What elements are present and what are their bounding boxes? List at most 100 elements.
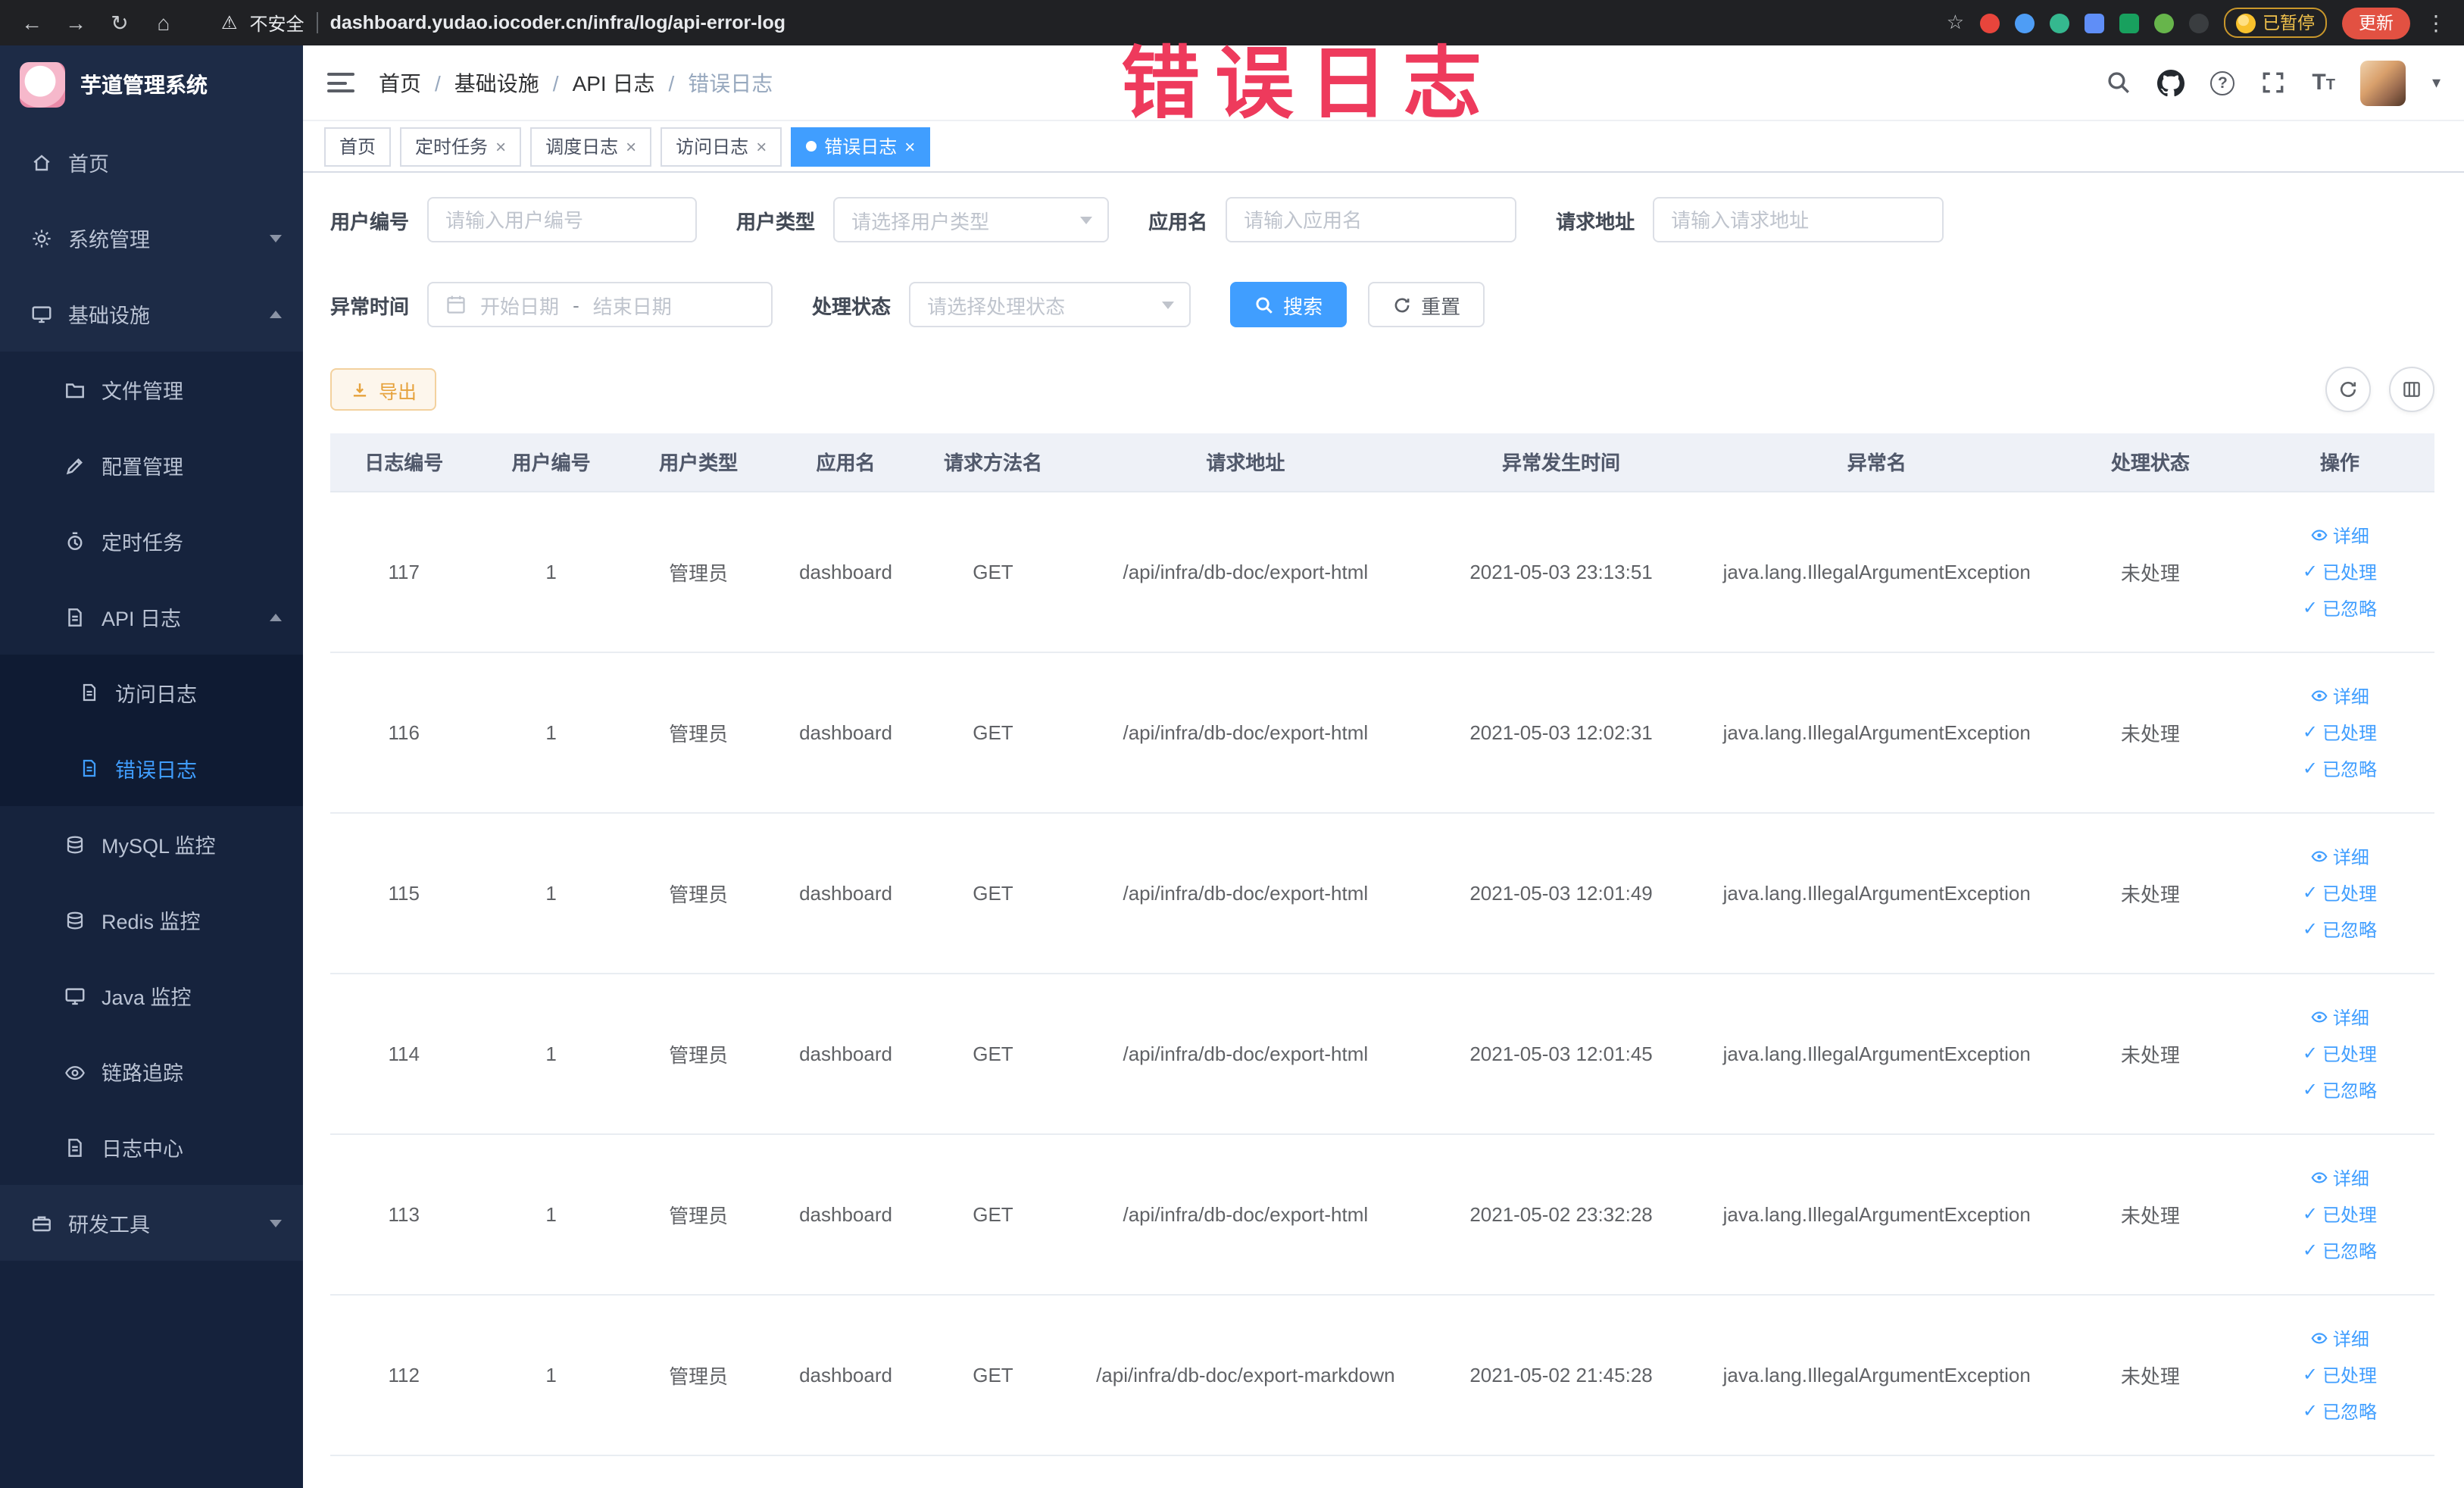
app-name-label: 应用名 [1148, 210, 1208, 233]
breadcrumb-item[interactable]: 基础设施 [454, 67, 539, 98]
cell-user-id: 1 [477, 1133, 625, 1295]
breadcrumb-item[interactable]: API 日志 [573, 67, 655, 98]
sidebar-item-infrastructure[interactable]: 基础设施 [0, 276, 303, 352]
sidebar-item-mysql-monitor[interactable]: MySQL 监控 [0, 806, 303, 882]
tab-label: 错误日志 [824, 136, 898, 158]
end-date-placeholder: 结束日期 [592, 295, 672, 317]
process-status-select[interactable]: 请选择处理状态 [909, 282, 1191, 327]
home-icon[interactable]: ⌂ [150, 11, 177, 35]
sidebar-item-redis-monitor[interactable]: Redis 监控 [0, 882, 303, 958]
address-bar[interactable]: ⚠ 不安全 dashboard.yudao.iocoder.cn/infra/l… [221, 10, 785, 36]
sidebar-item-file-management[interactable]: 文件管理 [0, 352, 303, 427]
document-icon [79, 682, 100, 703]
action-processed[interactable]: ✓ 已处理 [2303, 719, 2377, 745]
extension-icon[interactable] [2153, 13, 2173, 33]
action-processed[interactable]: ✓ 已处理 [2303, 558, 2377, 584]
cell-method: GET [919, 491, 1067, 652]
user-type-select[interactable]: 请选择用户类型 [833, 197, 1110, 242]
caret-down-icon[interactable]: ▾ [2432, 73, 2441, 92]
avatar[interactable] [2360, 60, 2406, 105]
action-ignored[interactable]: ✓ 已忽略 [2303, 1237, 2377, 1263]
tab-home[interactable]: 首页 [324, 127, 392, 166]
action-ignored[interactable]: ✓ 已忽略 [2303, 1077, 2377, 1102]
extension-icon[interactable] [2084, 13, 2103, 33]
sidebar-item-java-monitor[interactable]: Java 监控 [0, 958, 303, 1033]
cell-log-id: 115 [330, 812, 478, 974]
fullscreen-icon[interactable] [2260, 70, 2286, 95]
tab-error-log[interactable]: 错误日志 × [791, 127, 931, 166]
tab-scheduled-tasks[interactable]: 定时任务 × [400, 127, 522, 166]
sidebar-item-dev-tools[interactable]: 研发工具 [0, 1185, 303, 1261]
close-icon[interactable]: × [904, 137, 915, 155]
github-icon[interactable] [2157, 69, 2185, 96]
update-button[interactable]: 更新 [2342, 7, 2410, 39]
date-range-picker[interactable]: 开始日期 - 结束日期 [427, 282, 773, 327]
forward-icon[interactable]: → [62, 11, 89, 35]
search-button[interactable]: 搜索 [1230, 282, 1348, 327]
header-user-type: 用户类型 [624, 433, 773, 492]
paused-badge[interactable]: 已暂停 [2223, 8, 2327, 38]
extension-icon[interactable] [2014, 13, 2034, 33]
column-settings-button[interactable] [2389, 367, 2434, 412]
font-size-icon[interactable]: TT [2312, 71, 2335, 94]
action-detail[interactable]: 详细 [2310, 1164, 2369, 1190]
reload-icon[interactable]: ↻ [106, 10, 133, 36]
request-url-input[interactable] [1653, 197, 1944, 242]
sidebar-item-config-management[interactable]: 配置管理 [0, 427, 303, 503]
action-processed[interactable]: ✓ 已处理 [2303, 1040, 2377, 1066]
reset-button[interactable]: 重置 [1368, 282, 1485, 327]
topbar: 首页 / 基础设施 / API 日志 / 错误日志 ? TT ▾ [303, 45, 2464, 121]
app-logo-row: 芋道管理系统 [0, 45, 303, 124]
action-processed[interactable]: ✓ 已处理 [2303, 1361, 2377, 1387]
extension-icon[interactable] [2188, 13, 2208, 33]
export-button[interactable]: 导出 [330, 368, 437, 411]
extension-icon[interactable] [1979, 13, 1999, 33]
action-detail[interactable]: 详细 [2310, 683, 2369, 708]
help-icon[interactable]: ? [2210, 70, 2235, 95]
bookmark-star-icon[interactable]: ☆ [1947, 11, 1964, 35]
close-icon[interactable]: × [626, 137, 636, 155]
check-icon: ✓ [2302, 561, 2318, 582]
tags-bar: 首页 定时任务 × 调度日志 × 访问日志 × 错误日志 × [303, 121, 2464, 173]
sidebar-item-home[interactable]: 首页 [0, 124, 303, 200]
address-divider [316, 12, 318, 33]
action-detail[interactable]: 详细 [2310, 1325, 2369, 1351]
user-id-input[interactable] [427, 197, 698, 242]
check-icon: ✓ [2302, 1203, 2318, 1224]
collapse-sidebar-button[interactable] [327, 73, 354, 92]
sidebar-item-access-log[interactable]: 访问日志 [0, 655, 303, 730]
sidebar-item-label: 研发工具 [68, 1214, 150, 1236]
sidebar-item-system-management[interactable]: 系统管理 [0, 200, 303, 276]
action-detail[interactable]: 详细 [2310, 1004, 2369, 1030]
cell-exception-name: java.lang.IllegalArgumentException [1697, 973, 2056, 1134]
user-type-label: 用户类型 [736, 210, 816, 233]
sidebar-item-trace[interactable]: 链路追踪 [0, 1033, 303, 1109]
action-ignored[interactable]: ✓ 已忽略 [2303, 595, 2377, 621]
tab-access-log[interactable]: 访问日志 × [661, 127, 782, 166]
back-icon[interactable]: ← [18, 11, 45, 35]
breadcrumb-item[interactable]: 首页 [379, 67, 421, 98]
action-ignored[interactable]: ✓ 已忽略 [2303, 1398, 2377, 1424]
extension-icon[interactable] [2049, 13, 2069, 33]
close-icon[interactable]: × [495, 137, 506, 155]
sidebar-item-label: 访问日志 [115, 683, 197, 706]
action-ignored[interactable]: ✓ 已忽略 [2303, 916, 2377, 942]
action-processed[interactable]: ✓ 已处理 [2303, 880, 2377, 905]
close-icon[interactable]: × [756, 137, 767, 155]
extension-icon[interactable] [2119, 13, 2138, 33]
folder-icon [64, 378, 86, 401]
browser-menu-icon[interactable]: ⋮ [2425, 10, 2447, 36]
sidebar-item-error-log[interactable]: 错误日志 [0, 730, 303, 806]
search-icon[interactable] [2106, 70, 2131, 95]
sidebar-item-log-center[interactable]: 日志中心 [0, 1109, 303, 1185]
action-detail[interactable]: 详细 [2310, 522, 2369, 548]
action-processed[interactable]: ✓ 已处理 [2303, 1201, 2377, 1227]
app-name-input[interactable] [1226, 197, 1517, 242]
refresh-button[interactable] [2325, 367, 2371, 412]
breadcrumb-separator: / [435, 70, 441, 95]
sidebar-item-api-log[interactable]: API 日志 [0, 579, 303, 655]
tab-schedule-log[interactable]: 调度日志 × [530, 127, 652, 166]
action-detail[interactable]: 详细 [2310, 843, 2369, 869]
action-ignored[interactable]: ✓ 已忽略 [2303, 755, 2377, 781]
sidebar-item-scheduled-tasks[interactable]: 定时任务 [0, 503, 303, 579]
